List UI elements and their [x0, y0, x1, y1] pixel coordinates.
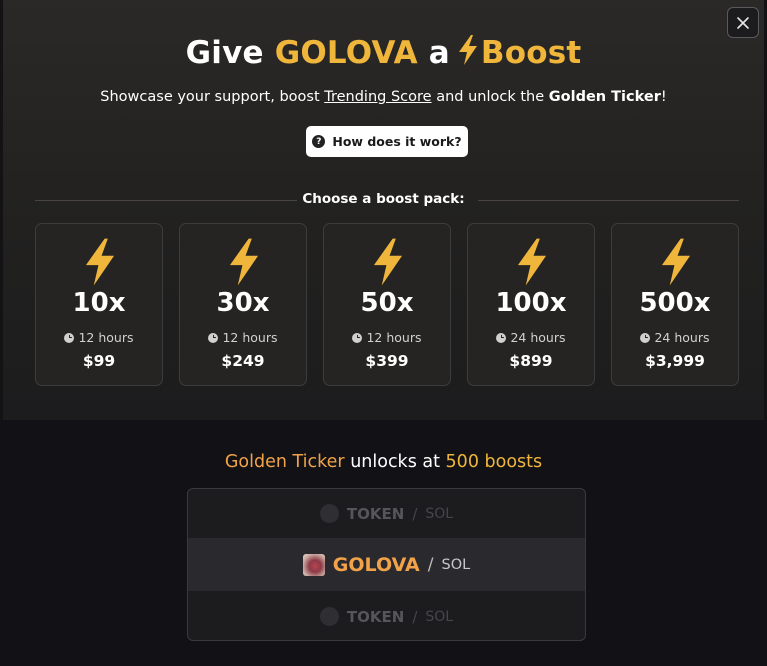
- ticker-separator: /: [412, 504, 418, 523]
- pack-multiplier: 100x: [495, 288, 567, 318]
- lightning-bolt-icon: [456, 34, 480, 74]
- pack-duration-text: 12 hours: [222, 330, 278, 345]
- lightning-bolt-icon: [229, 238, 259, 286]
- boost-packs: 10x 12 hours $99 30x 12 hours $249 50x 1…: [35, 223, 739, 386]
- token-avatar: [302, 553, 325, 576]
- boost-pack-50x[interactable]: 50x 12 hours $399: [323, 223, 451, 386]
- boost-pack-500x[interactable]: 500x 24 hours $3,999: [611, 223, 739, 386]
- clock-icon: [208, 332, 219, 343]
- ticker-pair: SOL: [441, 556, 471, 573]
- modal-title: Give GOLOVA a Boost: [0, 34, 767, 74]
- title-prefix: Give: [185, 35, 264, 71]
- ticker-row-active: GOLOVA / SOL: [188, 538, 585, 591]
- boost-pack-30x[interactable]: 30x 12 hours $249: [179, 223, 307, 386]
- ticker-token-name: GOLOVA: [332, 553, 420, 576]
- title-middle: a: [428, 35, 450, 71]
- pack-price: $249: [221, 352, 265, 370]
- ticker-preview: TOKEN / SOL GOLOVA / SOL TOKEN / SOL: [187, 488, 586, 641]
- pack-duration-text: 24 hours: [510, 330, 566, 345]
- token-placeholder-icon: [319, 607, 339, 626]
- pack-duration-text: 12 hours: [366, 330, 422, 345]
- ticker-token-name: TOKEN: [346, 504, 405, 523]
- ticker-pair: SOL: [425, 608, 454, 625]
- pack-price: $899: [509, 352, 553, 370]
- lightning-bolt-icon: [517, 238, 547, 286]
- subtitle-part1: Showcase your support, boost: [100, 89, 320, 105]
- lightning-bolt-icon: [661, 238, 691, 286]
- clock-icon: [640, 332, 651, 343]
- pack-duration: 12 hours: [324, 330, 450, 345]
- subtitle-part3: !: [660, 89, 667, 105]
- ticker-row: TOKEN / SOL: [188, 489, 585, 538]
- ticker-pair: SOL: [425, 505, 454, 522]
- clock-icon: [352, 332, 363, 343]
- lightning-bolt-icon: [373, 238, 403, 286]
- subtitle-part2: and unlock the: [436, 89, 545, 105]
- clock-icon: [496, 332, 507, 343]
- pack-multiplier: 50x: [360, 288, 414, 318]
- modal-subtitle: Showcase your support, boost Trending Sc…: [0, 89, 767, 105]
- golden-ticker-middle: unlocks at: [350, 452, 440, 472]
- trending-score-link[interactable]: Trending Score: [324, 89, 431, 105]
- pack-multiplier: 10x: [72, 288, 126, 318]
- boost-modal: Give GOLOVA a Boost Showcase your support…: [0, 0, 767, 666]
- subtitle-golden-ticker: Golden Ticker: [548, 89, 661, 105]
- how-does-it-work-button[interactable]: ? How does it work?: [306, 126, 468, 157]
- pack-duration: 24 hours: [468, 330, 594, 345]
- golden-ticker-heading: Golden Ticker unlocks at 500 boosts: [0, 452, 767, 472]
- pack-duration: 24 hours: [612, 330, 738, 345]
- pack-multiplier: 30x: [216, 288, 270, 318]
- title-suffix: Boost: [480, 35, 582, 71]
- pack-multiplier: 500x: [639, 288, 711, 318]
- lightning-bolt-icon: [85, 238, 115, 286]
- golden-ticker-highlight: Golden Ticker: [224, 452, 345, 472]
- boost-pack-10x[interactable]: 10x 12 hours $99: [35, 223, 163, 386]
- close-icon: [737, 16, 749, 29]
- pack-price: $3,999: [645, 352, 705, 370]
- pack-price: $399: [365, 352, 409, 370]
- question-circle-icon: ?: [312, 135, 326, 148]
- ticker-separator: /: [412, 607, 418, 626]
- pack-price: $99: [82, 352, 116, 370]
- ticker-separator: /: [427, 554, 434, 575]
- how-button-label: How does it work?: [332, 134, 462, 149]
- clock-icon: [64, 332, 75, 343]
- pack-duration-text: 24 hours: [654, 330, 710, 345]
- title-token-name: GOLOVA: [274, 35, 418, 71]
- pack-duration-text: 12 hours: [78, 330, 134, 345]
- boost-pack-100x[interactable]: 100x 24 hours $899: [467, 223, 595, 386]
- golden-ticker-count: 500 boosts: [445, 452, 543, 472]
- choose-pack-label: Choose a boost pack:: [302, 191, 465, 207]
- token-placeholder-icon: [319, 504, 339, 523]
- ticker-row: TOKEN / SOL: [188, 591, 585, 640]
- pack-duration: 12 hours: [36, 330, 162, 345]
- ticker-token-name: TOKEN: [346, 607, 405, 626]
- pack-duration: 12 hours: [180, 330, 306, 345]
